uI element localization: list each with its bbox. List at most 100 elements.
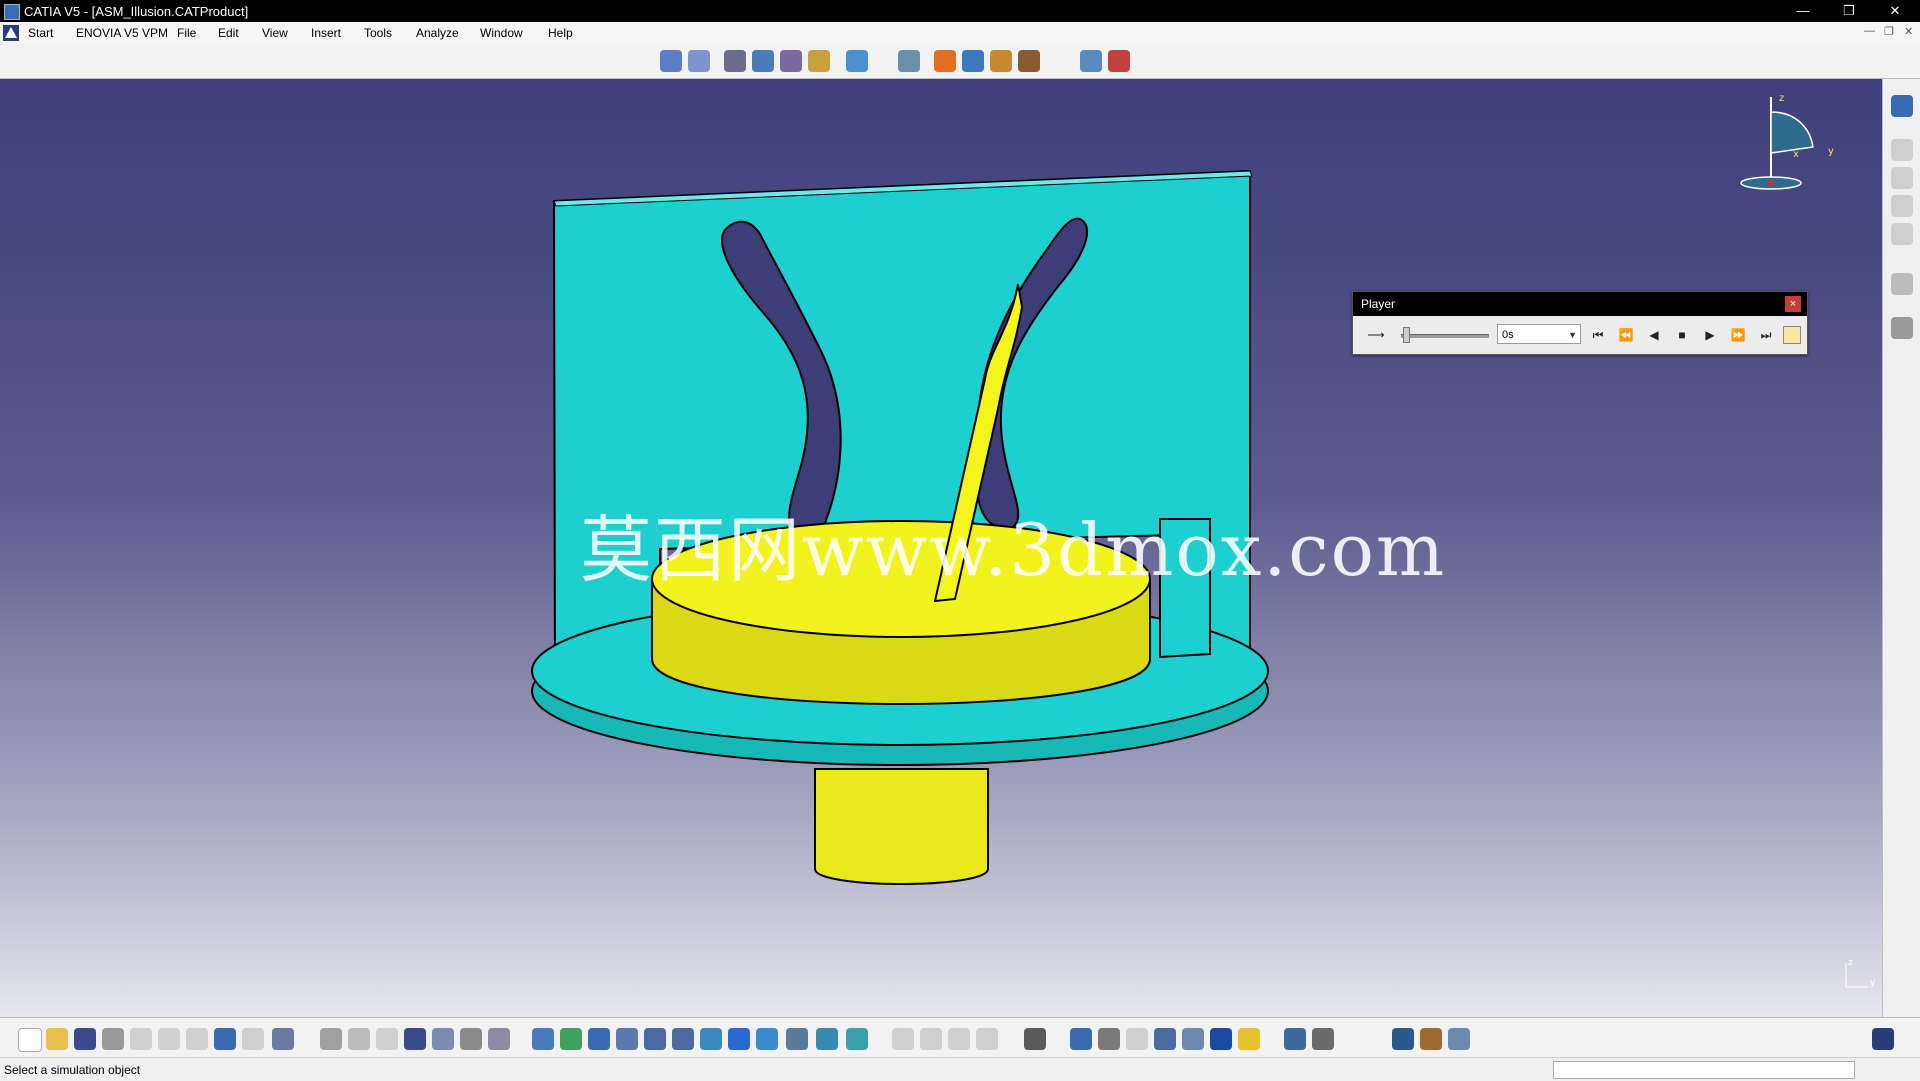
constraint-icon[interactable]	[488, 1028, 510, 1050]
color-icon[interactable]	[1210, 1028, 1232, 1050]
assembly-icon[interactable]	[460, 1028, 482, 1050]
shading-icon[interactable]	[786, 1028, 808, 1050]
iso-view-icon[interactable]	[756, 1028, 778, 1050]
pan-icon[interactable]	[588, 1028, 610, 1050]
doc-close-button[interactable]: ✕	[1904, 25, 1913, 38]
swap-icon[interactable]	[846, 1028, 868, 1050]
tool-b-icon[interactable]	[1891, 167, 1913, 189]
copy-icon[interactable]	[158, 1028, 180, 1050]
formula-icon[interactable]	[320, 1028, 342, 1050]
stop-button[interactable]: ■	[1673, 326, 1691, 344]
filter-icon[interactable]	[1126, 1028, 1148, 1050]
print-icon[interactable]	[102, 1028, 124, 1050]
tool-c-icon[interactable]	[1891, 195, 1913, 217]
step-forward-button[interactable]: ⏩	[1729, 326, 1747, 344]
compile-icon[interactable]	[724, 50, 746, 72]
catalog-icon[interactable]	[898, 50, 920, 72]
play-button[interactable]: ▶	[1701, 326, 1719, 344]
rotate-icon[interactable]	[616, 1028, 638, 1050]
menu-file[interactable]: File	[177, 26, 196, 40]
tools-icon[interactable]	[1448, 1028, 1470, 1050]
doc-restore-button[interactable]: ❐	[1884, 25, 1894, 38]
pointer-icon[interactable]	[376, 1028, 398, 1050]
menu-tools[interactable]: Tools	[364, 26, 392, 40]
redo-icon[interactable]	[242, 1028, 264, 1050]
fit-all-icon[interactable]	[560, 1028, 582, 1050]
close-button[interactable]: ✕	[1872, 0, 1918, 22]
jump-end-button[interactable]: ⏭	[1757, 326, 1775, 344]
fly-icon[interactable]	[532, 1028, 554, 1050]
layer-icon[interactable]	[1182, 1028, 1204, 1050]
zoom-out-icon[interactable]	[672, 1028, 694, 1050]
player-close-button[interactable]: ×	[1785, 296, 1801, 312]
dimension-icon[interactable]	[1284, 1028, 1306, 1050]
tree-icon[interactable]	[432, 1028, 454, 1050]
player-options-icon[interactable]	[1783, 326, 1801, 344]
open-icon[interactable]	[46, 1028, 68, 1050]
mechanism-settings-icon[interactable]	[1891, 317, 1913, 339]
3d-viewport[interactable]: 莫西网www.3dmox.com z x y z y	[0, 79, 1882, 1017]
capture-icon[interactable]	[892, 1028, 914, 1050]
distance-icon[interactable]	[1080, 50, 1102, 72]
clash-icon[interactable]	[990, 50, 1012, 72]
paste-icon[interactable]	[186, 1028, 208, 1050]
doc-minimize-button[interactable]: —	[1864, 25, 1875, 37]
shaft[interactable]	[814, 768, 989, 885]
sensor-icon[interactable]	[808, 50, 830, 72]
menu-start[interactable]: Start	[28, 26, 53, 40]
track-icon[interactable]	[934, 50, 956, 72]
compass-tool-icon[interactable]	[920, 1028, 942, 1050]
edit-simulation-icon[interactable]	[688, 50, 710, 72]
hide-show-icon[interactable]	[816, 1028, 838, 1050]
menu-view[interactable]: View	[262, 26, 288, 40]
replay-icon[interactable]	[1108, 50, 1130, 72]
step-back-button[interactable]: ⏪	[1617, 326, 1635, 344]
save-icon[interactable]	[74, 1028, 96, 1050]
measure-icon[interactable]	[1018, 50, 1040, 72]
new-icon[interactable]	[18, 1028, 42, 1052]
command-input[interactable]	[1553, 1061, 1855, 1079]
tool-d-icon[interactable]	[1891, 223, 1913, 245]
player-time-select[interactable]: 0s ▼	[1497, 324, 1581, 344]
play-back-button[interactable]: ◀	[1645, 326, 1663, 344]
jump-start-button[interactable]: ⏮	[1589, 326, 1607, 344]
search-icon[interactable]	[1098, 1028, 1120, 1050]
normal-view-icon[interactable]	[700, 1028, 722, 1050]
menu-analyze[interactable]: Analyze	[416, 26, 459, 40]
update-icon[interactable]	[1312, 1028, 1334, 1050]
menu-edit[interactable]: Edit	[218, 26, 239, 40]
swept-volume-icon[interactable]	[846, 50, 868, 72]
simulation-icon[interactable]	[660, 50, 682, 72]
target-icon[interactable]	[1070, 1028, 1092, 1050]
menu-insert[interactable]: Insert	[311, 26, 341, 40]
grid-icon[interactable]	[404, 1028, 426, 1050]
camera-icon[interactable]	[1024, 1028, 1046, 1050]
player-slider-thumb[interactable]	[1403, 327, 1410, 343]
player-arrow-icon[interactable]: ⟶	[1367, 326, 1385, 344]
minimize-button[interactable]: —	[1780, 0, 1826, 22]
undo-icon[interactable]	[214, 1028, 236, 1050]
menu-enovia[interactable]: ENOVIA V5 VPM	[76, 26, 168, 40]
sync-icon[interactable]	[1392, 1028, 1414, 1050]
menu-help[interactable]: Help	[548, 26, 573, 40]
prev-icon[interactable]	[948, 1028, 970, 1050]
tool-a-icon[interactable]	[1891, 139, 1913, 161]
zoom-area-icon[interactable]	[1154, 1028, 1176, 1050]
multi-view-icon[interactable]	[728, 1028, 750, 1050]
compass-icon[interactable]: z x y	[1735, 87, 1845, 197]
help-icon[interactable]	[272, 1028, 294, 1050]
restore-button[interactable]: ❐	[1826, 0, 1872, 22]
cut-icon[interactable]	[130, 1028, 152, 1050]
zoom-in-icon[interactable]	[644, 1028, 666, 1050]
settings-icon[interactable]	[1420, 1028, 1442, 1050]
light-icon[interactable]	[1238, 1028, 1260, 1050]
comment-icon[interactable]	[348, 1028, 370, 1050]
select-arrow-icon[interactable]	[1891, 273, 1913, 295]
sketch-icon[interactable]	[1891, 95, 1913, 117]
sequence-icon[interactable]	[962, 50, 984, 72]
mechanism-icon[interactable]	[752, 50, 774, 72]
next-icon[interactable]	[976, 1028, 998, 1050]
player-titlebar[interactable]: Player ×	[1353, 292, 1807, 316]
speed-icon[interactable]	[780, 50, 802, 72]
menu-window[interactable]: Window	[480, 26, 523, 40]
